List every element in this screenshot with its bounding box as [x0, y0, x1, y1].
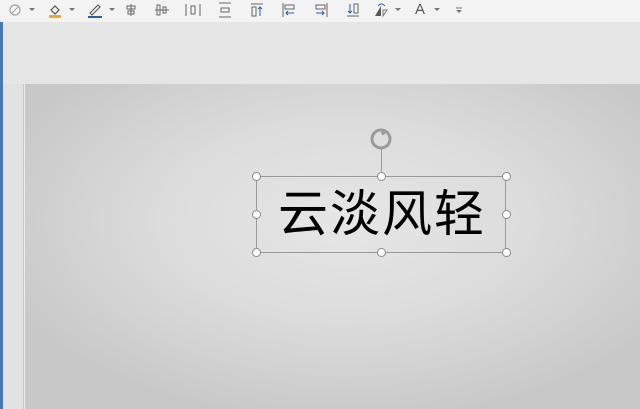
send-backward-icon [347, 3, 359, 17]
align-middle-button[interactable] [153, 0, 171, 20]
workspace-background [3, 22, 640, 84]
resize-handle-left[interactable] [252, 210, 261, 219]
resize-handle-top-right[interactable] [502, 172, 511, 181]
chevron-down-icon[interactable] [434, 8, 440, 11]
align-right-icon [315, 3, 328, 17]
align-middle-icon [155, 4, 169, 16]
rotate-handle-icon[interactable] [369, 127, 393, 151]
align-right-button[interactable] [312, 0, 330, 20]
paint-bucket-icon [49, 5, 61, 18]
align-center-vertical-icon [126, 4, 136, 16]
bring-forward-icon [251, 3, 263, 17]
more-options-icon [456, 7, 462, 13]
shape-outline-button[interactable] [84, 0, 106, 20]
resize-handle-bottom-left[interactable] [252, 248, 261, 257]
chevron-down-icon[interactable] [109, 8, 115, 11]
send-backward-button[interactable] [344, 0, 362, 20]
rotate-button[interactable] [370, 0, 392, 20]
pen-outline-icon [88, 4, 102, 18]
resize-handle-top[interactable] [377, 172, 386, 181]
distribute-horizontal-button[interactable] [184, 0, 202, 20]
chevron-down-icon[interactable] [69, 8, 75, 11]
resize-handle-top-left[interactable] [252, 172, 261, 181]
vertical-ruler[interactable] [3, 84, 24, 409]
shape-fill-button[interactable] [4, 0, 26, 20]
distribute-horizontal-icon [185, 4, 201, 16]
rotate-flip-icon [375, 3, 388, 18]
chevron-down-icon[interactable] [29, 8, 35, 11]
chevron-down-icon[interactable] [395, 8, 401, 11]
align-left-button[interactable] [280, 0, 298, 20]
bring-forward-button[interactable] [248, 0, 266, 20]
text-style-button[interactable]: A [410, 0, 430, 20]
align-center-button[interactable] [122, 0, 140, 20]
resize-handle-bottom[interactable] [377, 248, 386, 257]
textbox-content[interactable]: 云淡风轻 [262, 176, 502, 253]
distribute-vertical-icon [219, 2, 231, 18]
ruler-divider [23, 84, 24, 409]
toolbar: A [0, 0, 640, 22]
align-left-icon [282, 3, 295, 17]
text-style-icon: A [414, 1, 425, 18]
shape-fill-icon [9, 4, 21, 16]
resize-handle-bottom-right[interactable] [502, 248, 511, 257]
shape-fill-color-button[interactable] [44, 0, 66, 20]
distribute-vertical-button[interactable] [216, 0, 234, 20]
more-options-button[interactable] [452, 0, 466, 20]
resize-handle-right[interactable] [502, 210, 511, 219]
